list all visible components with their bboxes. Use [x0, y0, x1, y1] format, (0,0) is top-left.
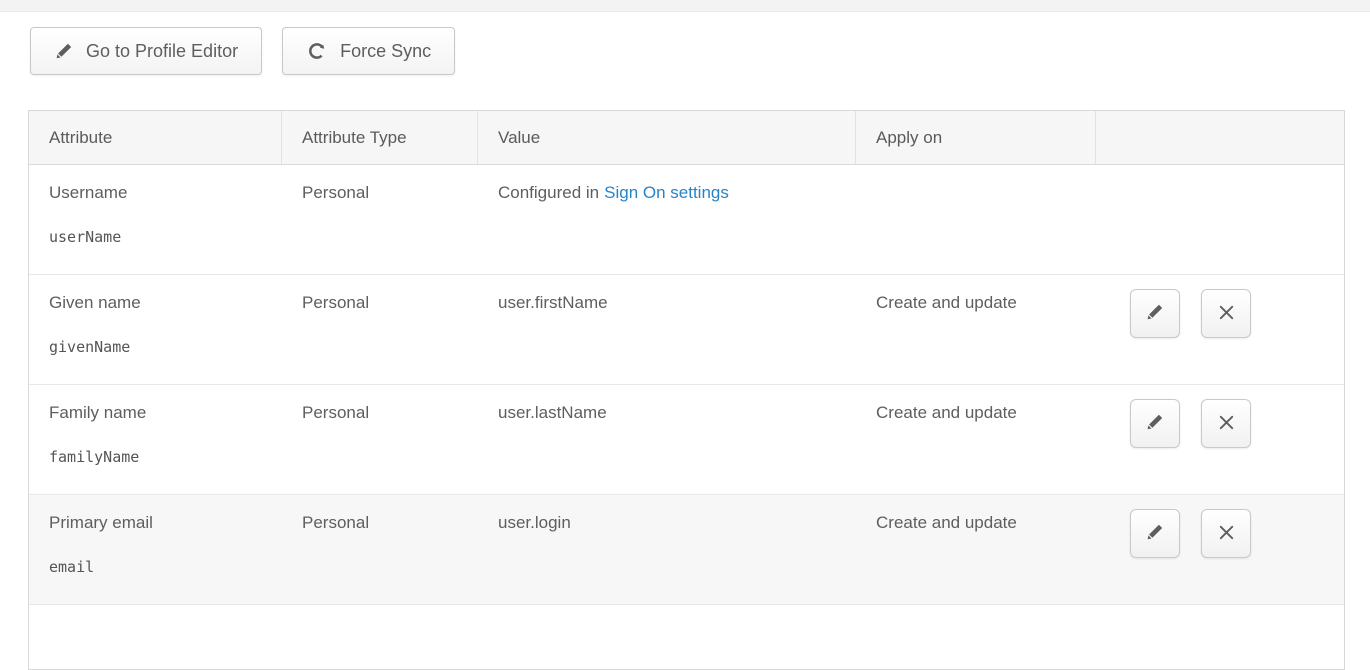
top-divider-strip	[0, 0, 1370, 12]
attribute-label: Primary email	[49, 513, 282, 533]
attribute-variable-name: givenName	[49, 338, 282, 356]
delete-attribute-button[interactable]	[1201, 289, 1251, 338]
table-header-row: Attribute Attribute Type Value Apply on	[29, 111, 1344, 165]
value-text: Configured in	[498, 183, 599, 202]
table-row-family-name: Family name familyName Personal user.las…	[29, 385, 1344, 495]
mapping-value: user.lastName	[478, 385, 856, 494]
table-row-username: Username userName Personal Configured in…	[29, 165, 1344, 275]
pencil-icon	[1145, 522, 1165, 545]
attribute-type: Personal	[282, 385, 478, 494]
go-to-profile-editor-label: Go to Profile Editor	[86, 41, 238, 62]
row-actions	[1096, 495, 1344, 604]
force-sync-label: Force Sync	[340, 41, 431, 62]
close-icon	[1217, 413, 1236, 435]
close-icon	[1217, 303, 1236, 325]
edit-attribute-button[interactable]	[1130, 399, 1180, 448]
header-actions	[1096, 111, 1344, 164]
attribute-variable-name: familyName	[49, 448, 282, 466]
apply-on-value	[856, 165, 1096, 274]
attribute-label: Family name	[49, 403, 282, 423]
toolbar: Go to Profile Editor Force Sync	[30, 27, 455, 75]
pencil-icon	[1145, 412, 1165, 435]
row-actions	[1096, 165, 1344, 274]
attribute-label: Username	[49, 183, 282, 203]
force-sync-button[interactable]: Force Sync	[282, 27, 455, 75]
table-row-given-name: Given name givenName Personal user.first…	[29, 275, 1344, 385]
attribute-type: Personal	[282, 165, 478, 274]
attribute-mappings-table: Attribute Attribute Type Value Apply on …	[28, 110, 1345, 670]
attribute-type: Personal	[282, 275, 478, 384]
attribute-label: Given name	[49, 293, 282, 313]
mapping-value: user.login	[478, 495, 856, 604]
delete-attribute-button[interactable]	[1201, 509, 1251, 558]
attribute-type: Personal	[282, 495, 478, 604]
mapping-value: user.firstName	[478, 275, 856, 384]
pencil-icon	[54, 41, 74, 61]
go-to-profile-editor-button[interactable]: Go to Profile Editor	[30, 27, 262, 75]
sign-on-settings-link[interactable]: Sign On settings	[604, 183, 729, 202]
apply-on-value: Create and update	[856, 495, 1096, 604]
apply-on-value: Create and update	[856, 385, 1096, 494]
apply-on-value: Create and update	[856, 275, 1096, 384]
close-icon	[1217, 523, 1236, 545]
row-actions	[1096, 385, 1344, 494]
row-actions	[1096, 275, 1344, 384]
header-apply-on: Apply on	[856, 111, 1096, 164]
edit-attribute-button[interactable]	[1130, 509, 1180, 558]
header-attribute: Attribute	[29, 111, 282, 164]
edit-attribute-button[interactable]	[1130, 289, 1180, 338]
attribute-variable-name: userName	[49, 228, 282, 246]
table-row-primary-email: Primary email email Personal user.login …	[29, 495, 1344, 605]
pencil-icon	[1145, 302, 1165, 325]
delete-attribute-button[interactable]	[1201, 399, 1251, 448]
empty-next-row	[29, 605, 1344, 669]
attribute-variable-name: email	[49, 558, 282, 576]
header-value: Value	[478, 111, 856, 164]
refresh-icon	[306, 40, 328, 62]
header-attribute-type: Attribute Type	[282, 111, 478, 164]
